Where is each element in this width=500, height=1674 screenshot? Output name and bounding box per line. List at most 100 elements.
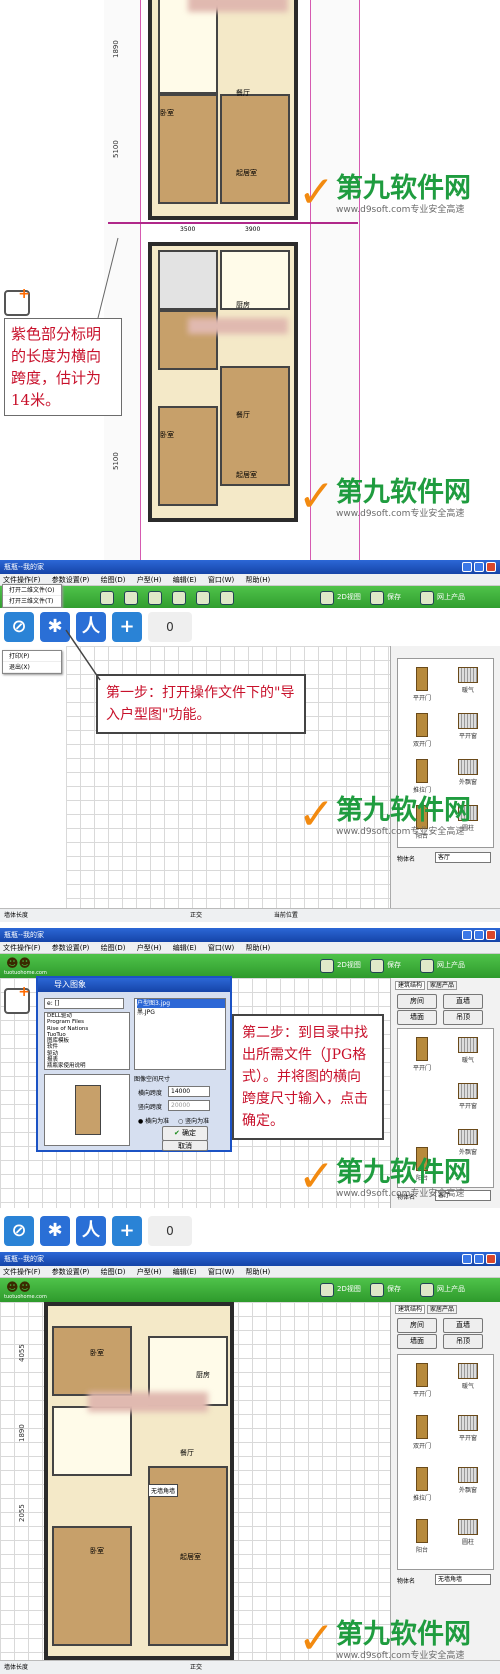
view2d-label[interactable]: 2D视图 [337, 1284, 361, 1294]
close-button[interactable] [486, 562, 496, 572]
room-label: 起居室 [180, 1553, 201, 1561]
person-icon[interactable]: 人 [76, 1216, 106, 1246]
menu-file[interactable]: 文件操作(F) [3, 944, 41, 952]
products-icon[interactable] [420, 591, 434, 605]
menu-file[interactable]: 文件操作(F) [3, 1268, 41, 1276]
menu-draw[interactable]: 绘图(D) [101, 1268, 126, 1276]
status-snap[interactable]: 正交 [190, 912, 202, 919]
menu-edit[interactable]: 编辑(E) [173, 944, 197, 952]
file-item-selected[interactable]: 户型图3.jpg [137, 999, 225, 1008]
menu-help[interactable]: 帮助(H) [245, 1268, 270, 1276]
menu-help[interactable]: 帮助(H) [245, 576, 270, 584]
menu-edit[interactable]: 编辑(E) [173, 1268, 197, 1276]
ceiling-button[interactable]: 吊顶 [443, 1334, 483, 1349]
item-slide-door[interactable]: 推拉门 [402, 1467, 442, 1502]
save-view-icon[interactable] [370, 591, 384, 605]
products-icon[interactable] [420, 1283, 434, 1297]
ceiling-button[interactable]: 吊顶 [443, 1010, 483, 1025]
view2d-icon[interactable] [320, 1283, 334, 1297]
maximize-button[interactable] [474, 1254, 484, 1264]
products-label[interactable]: 网上产品 [437, 1284, 465, 1294]
menu-settings[interactable]: 参数设置(P) [52, 576, 90, 584]
save-view-label[interactable]: 保存 [387, 592, 401, 602]
item-window[interactable]: 平开窗 [448, 1415, 488, 1442]
close-button[interactable] [486, 1254, 496, 1264]
floor-button[interactable]: 墙面 [397, 1010, 437, 1025]
radio-horizontal[interactable]: ● 横向为准 [138, 1116, 169, 1125]
minimize-button[interactable] [462, 930, 472, 940]
folder-list[interactable]: DELL驱动 Program Files Rise of Nations Tuo… [44, 1012, 130, 1070]
file-item[interactable]: 黑.JPG [137, 1008, 225, 1017]
width-input[interactable]: 14000 [168, 1086, 210, 1097]
item-column[interactable]: 圆柱 [448, 1519, 488, 1546]
menu-settings[interactable]: 参数设置(P) [52, 944, 90, 952]
prop-value[interactable]: 无墙角墙 [435, 1574, 491, 1585]
item-bay-window[interactable]: 外飘窗 [448, 1467, 488, 1494]
menu-draw[interactable]: 绘图(D) [101, 576, 126, 584]
menu-house[interactable]: 户型(H) [137, 1268, 162, 1276]
tab-furniture[interactable]: 家居产品 [426, 1305, 457, 1314]
share-icon[interactable]: ⊘ [4, 1216, 34, 1246]
menu-window[interactable]: 窗口(W) [208, 576, 234, 584]
view2d-icon[interactable] [320, 959, 334, 973]
status-snap[interactable]: 正交 [190, 1664, 202, 1671]
menu-house[interactable]: 户型(H) [137, 576, 162, 584]
menu-window[interactable]: 窗口(W) [208, 1268, 234, 1276]
paw-icon[interactable]: ✱ [40, 1216, 70, 1246]
menu-help[interactable]: 帮助(H) [245, 944, 270, 952]
menu-draw[interactable]: 绘图(D) [101, 944, 126, 952]
save-view-label[interactable]: 保存 [387, 1284, 401, 1294]
tab-structure[interactable]: 建筑结构 [395, 1305, 426, 1314]
room-button[interactable]: 房间 [397, 1318, 437, 1333]
tab-structure[interactable]: 建筑结构 [395, 981, 426, 990]
item-radiator[interactable]: 暖气 [448, 667, 488, 694]
floor-button[interactable]: 墙面 [397, 1334, 437, 1349]
menu-file[interactable]: 文件操作(F) [3, 576, 41, 584]
ok-button[interactable]: ✔ 确定 [162, 1126, 208, 1141]
menu-edit[interactable]: 编辑(E) [173, 576, 197, 584]
products-label[interactable]: 网上产品 [437, 592, 465, 602]
menu-settings[interactable]: 参数设置(P) [52, 1268, 90, 1276]
menu-window[interactable]: 窗口(W) [208, 944, 234, 952]
maximize-button[interactable] [474, 562, 484, 572]
item-window[interactable]: 平开窗 [448, 713, 488, 740]
item-radiator[interactable]: 暖气 [448, 1363, 488, 1390]
tab-furniture[interactable]: 家居产品 [426, 981, 457, 990]
view2d-icon[interactable] [320, 591, 334, 605]
plus-icon[interactable]: + [112, 1216, 142, 1246]
item-bay-window[interactable]: 外飘窗 [448, 759, 488, 786]
menu-house[interactable]: 户型(H) [137, 944, 162, 952]
file-list[interactable]: 户型图3.jpg 黑.JPG [134, 998, 226, 1070]
item-door[interactable]: 平开门 [402, 667, 442, 702]
save-view-icon[interactable] [370, 959, 384, 973]
save-view-label[interactable]: 保存 [387, 960, 401, 970]
cancel-button[interactable]: 取消 [162, 1140, 208, 1151]
item-double-door[interactable]: 双开门 [402, 1415, 442, 1450]
maximize-button[interactable] [474, 930, 484, 940]
radio-vertical[interactable]: ○ 竖向为准 [178, 1116, 209, 1125]
products-label[interactable]: 网上产品 [437, 960, 465, 970]
view2d-label[interactable]: 2D视图 [337, 592, 361, 602]
item-balcony[interactable]: 阳台 [402, 1519, 442, 1554]
wall-button[interactable]: 直墙 [443, 994, 483, 1009]
item-double-door[interactable]: 双开门 [402, 713, 442, 748]
item-radiator[interactable]: 暖气 [448, 1037, 488, 1064]
drawing-canvas[interactable] [0, 1302, 390, 1660]
minimize-button[interactable] [462, 562, 472, 572]
height-input[interactable]: 20000 [168, 1100, 210, 1111]
room-button[interactable]: 房间 [397, 994, 437, 1009]
tool-check-icon[interactable] [220, 591, 234, 605]
folder-item[interactable]: 瓶瓶家使用说明 [47, 1063, 129, 1069]
close-button[interactable] [486, 930, 496, 940]
item-window[interactable]: 平开窗 [448, 1083, 488, 1110]
save-view-icon[interactable] [370, 1283, 384, 1297]
products-icon[interactable] [420, 959, 434, 973]
item-door[interactable]: 平开门 [402, 1037, 442, 1072]
wall-button[interactable]: 直墙 [443, 1318, 483, 1333]
drive-select[interactable]: e: [] [44, 998, 124, 1009]
prop-value[interactable]: 客厅 [435, 852, 491, 863]
minimize-button[interactable] [462, 1254, 472, 1264]
view2d-label[interactable]: 2D视图 [337, 960, 361, 970]
item-door[interactable]: 平开门 [402, 1363, 442, 1398]
menu-item-open-2d[interactable]: 打开二维文件(O) [3, 585, 61, 596]
